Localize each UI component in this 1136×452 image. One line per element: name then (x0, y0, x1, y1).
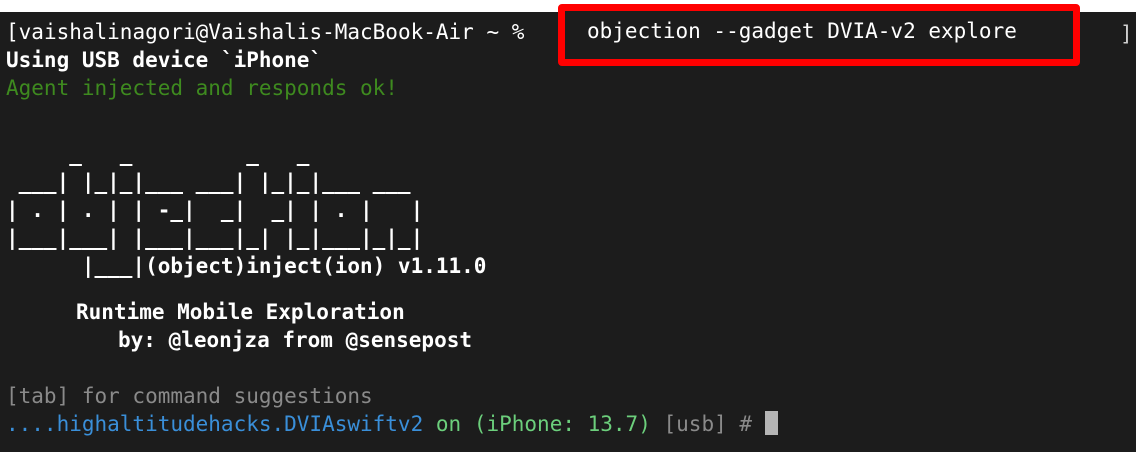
agent-status-line: Agent injected and responds ok! (6, 76, 398, 100)
command-highlight-box: objection --gadget DVIA-v2 explore (558, 4, 1080, 66)
transport-label: [usb] (663, 412, 727, 436)
objection-prompt[interactable]: ....highaltitudehacks.DVIAswiftv2 on (iP… (6, 410, 778, 438)
text-cursor (764, 411, 778, 435)
tab-hint: [tab] for command suggestions (6, 384, 373, 408)
prompt-on: on (435, 412, 462, 436)
tagline: Runtime Mobile Exploration (76, 300, 405, 324)
shell-prompt-text: vaishalinagori@Vaishalis-MacBook-Air ~ % (18, 20, 525, 44)
objection-ascii-banner: _ _ _ _ ___| |_|_|___ ___| |_|_|___ ___ … (6, 142, 487, 278)
usb-device-line: Using USB device `iPhone` (6, 48, 323, 72)
prompt-hash: # (739, 412, 753, 436)
device-info: (iPhone: 13.7) (473, 412, 651, 436)
app-identifier: ....highaltitudehacks.DVIAswiftv2 (6, 412, 424, 436)
command-text: objection --gadget DVIA-v2 explore (587, 19, 1017, 43)
prompt-right-bracket: ] (1120, 22, 1133, 46)
byline: by: @leonjza from @sensepost (118, 328, 473, 352)
shell-prompt: [vaishalinagori@Vaishalis-MacBook-Air ~ … (6, 20, 525, 44)
terminal-window[interactable]: [vaishalinagori@Vaishalis-MacBook-Air ~ … (0, 12, 1136, 452)
